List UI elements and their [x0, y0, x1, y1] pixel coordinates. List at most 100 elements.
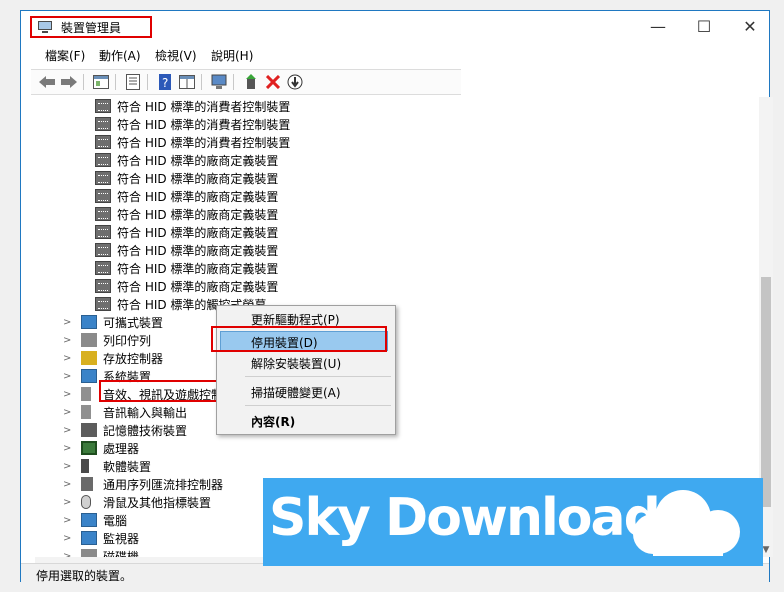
hid-device-icon [95, 207, 111, 221]
menu-help[interactable]: 說明(H) [211, 47, 253, 64]
tree-item-hid-consumer-2[interactable]: 符合 HID 標準的消費者控制裝置 [95, 115, 290, 133]
tree-item-hid-vendor-7[interactable]: 符合 HID 標準的廠商定義裝置 [95, 259, 278, 277]
tree-category-usb[interactable]: > 通用序列匯流排控制器 [63, 475, 223, 493]
chevron-right-icon[interactable]: > [63, 389, 73, 400]
tree-category-audio-io[interactable]: > 音訊輸入與輸出 [63, 403, 187, 421]
toolbar-separator [233, 74, 234, 90]
tree-category-disk[interactable]: > 磁碟機 [63, 547, 139, 557]
hid-device-icon [95, 135, 111, 149]
chevron-right-icon[interactable]: > [63, 371, 73, 382]
tree-category-portable[interactable]: > 可攜式裝置 [63, 313, 163, 331]
disable-highlight-box [211, 326, 387, 352]
tree-category-monitor[interactable]: > 監視器 [63, 529, 139, 547]
watermark-banner: Sky Download [263, 478, 763, 566]
properties-icon[interactable] [93, 74, 109, 90]
toolbar-separator [115, 74, 116, 90]
tree-item-hid-consumer-1[interactable]: 符合 HID 標準的消費者控制裝置 [95, 97, 290, 115]
chevron-right-icon[interactable]: > [63, 443, 73, 454]
monitor-icon [81, 531, 97, 545]
printer-icon [81, 333, 97, 347]
title-highlight-box [30, 16, 152, 38]
hid-device-icon [95, 117, 111, 131]
help-icon[interactable]: ? [157, 74, 173, 90]
status-bar: 停用選取的裝置。 [21, 563, 769, 584]
chevron-right-icon[interactable]: > [63, 353, 73, 364]
memory-device-icon [81, 423, 97, 437]
hid-device-icon [95, 225, 111, 239]
minimize-button[interactable]: — [635, 11, 681, 41]
show-hidden-icon[interactable] [125, 74, 141, 90]
portable-device-icon [81, 315, 97, 329]
tree-item-hid-vendor-5[interactable]: 符合 HID 標準的廠商定義裝置 [95, 223, 278, 241]
hid-device-icon [95, 189, 111, 203]
tree-category-print-queue[interactable]: > 列印佇列 [63, 331, 151, 349]
tree-item-hid-vendor-3[interactable]: 符合 HID 標準的廠商定義裝置 [95, 187, 278, 205]
processor-icon [81, 441, 97, 455]
tree-item-hid-vendor-4[interactable]: 符合 HID 標準的廠商定義裝置 [95, 205, 278, 223]
toolbar-separator [201, 74, 202, 90]
disk-drive-icon [81, 549, 97, 557]
menu-scan-hardware[interactable]: 掃描硬體變更(A) [251, 384, 341, 401]
status-text: 停用選取的裝置。 [36, 569, 133, 583]
scrollbar-thumb[interactable] [761, 277, 771, 507]
add-driver-icon[interactable] [243, 74, 259, 90]
forward-icon[interactable] [61, 74, 77, 90]
tree-item-hid-vendor-1[interactable]: 符合 HID 標準的廠商定義裝置 [95, 151, 278, 169]
title-bar[interactable]: 裝置管理員 — ☐ ✕ [21, 11, 769, 41]
chevron-right-icon[interactable]: > [63, 515, 73, 526]
uninstall-icon[interactable] [265, 74, 281, 90]
chevron-right-icon[interactable]: > [63, 533, 73, 544]
chevron-right-icon[interactable]: > [63, 317, 73, 328]
context-menu-separator [245, 405, 391, 406]
toolbar-separator [83, 74, 84, 90]
hid-device-icon [95, 243, 111, 257]
hid-device-icon [95, 297, 111, 311]
computer-icon[interactable] [211, 74, 227, 90]
chevron-right-icon[interactable]: > [63, 497, 73, 508]
tree-category-processor[interactable]: > 處理器 [63, 439, 139, 457]
menu-bar: 檔案(F) 動作(A) 檢視(V) 說明(H) [21, 44, 769, 66]
tree-item-hid-vendor-2[interactable]: 符合 HID 標準的廠商定義裝置 [95, 169, 278, 187]
menu-uninstall-device[interactable]: 解除安裝裝置(U) [251, 355, 341, 372]
context-menu: 更新驅動程式(P) 停用裝置(D) 解除安裝裝置(U) 掃描硬體變更(A) 內容… [216, 305, 396, 435]
back-icon[interactable] [39, 74, 55, 90]
maximize-button[interactable]: ☐ [681, 11, 727, 41]
usb-icon [81, 477, 93, 491]
menu-view[interactable]: 檢視(V) [155, 47, 197, 64]
hid-device-icon [95, 279, 111, 293]
context-menu-separator [245, 376, 391, 377]
hid-device-icon [95, 99, 111, 113]
tree-item-hid-vendor-8[interactable]: 符合 HID 標準的廠商定義裝置 [95, 277, 278, 295]
mouse-icon [81, 495, 91, 509]
tree-category-memory[interactable]: > 記憶體技術裝置 [63, 421, 187, 439]
toolbar-separator [147, 74, 148, 90]
tree-category-storage-ctrl[interactable]: > 存放控制器 [63, 349, 163, 367]
speaker-icon [81, 387, 91, 401]
cloud-icon [633, 490, 740, 556]
hid-device-icon [95, 171, 111, 185]
system-device-icon [81, 369, 97, 383]
tree-category-mouse[interactable]: > 滑鼠及其他指標裝置 [63, 493, 211, 511]
tree-category-software[interactable]: > 軟體裝置 [63, 457, 151, 475]
tree-category-computer[interactable]: > 電腦 [63, 511, 127, 529]
chevron-right-icon[interactable]: > [63, 461, 73, 472]
chevron-right-icon[interactable]: > [63, 425, 73, 436]
hid-device-icon [95, 153, 111, 167]
update-driver-icon[interactable] [287, 74, 303, 90]
toolbar: ? [31, 69, 461, 95]
chevron-right-icon[interactable]: > [63, 335, 73, 346]
menu-file[interactable]: 檔案(F) [45, 47, 85, 64]
tree-item-hid-consumer-3[interactable]: 符合 HID 標準的消費者控制裝置 [95, 133, 290, 151]
menu-action[interactable]: 動作(A) [99, 47, 141, 64]
tree-item-hid-vendor-6[interactable]: 符合 HID 標準的廠商定義裝置 [95, 241, 278, 259]
hid-device-icon [95, 261, 111, 275]
chevron-right-icon[interactable]: > [63, 479, 73, 490]
storage-controller-icon [81, 351, 97, 365]
chevron-right-icon[interactable]: > [63, 407, 73, 418]
view-icon[interactable] [179, 74, 195, 90]
close-button[interactable]: ✕ [727, 11, 773, 41]
svg-text:?: ? [162, 76, 168, 90]
speaker-icon [81, 405, 91, 419]
software-device-icon [81, 459, 89, 473]
menu-properties[interactable]: 內容(R) [251, 413, 295, 430]
